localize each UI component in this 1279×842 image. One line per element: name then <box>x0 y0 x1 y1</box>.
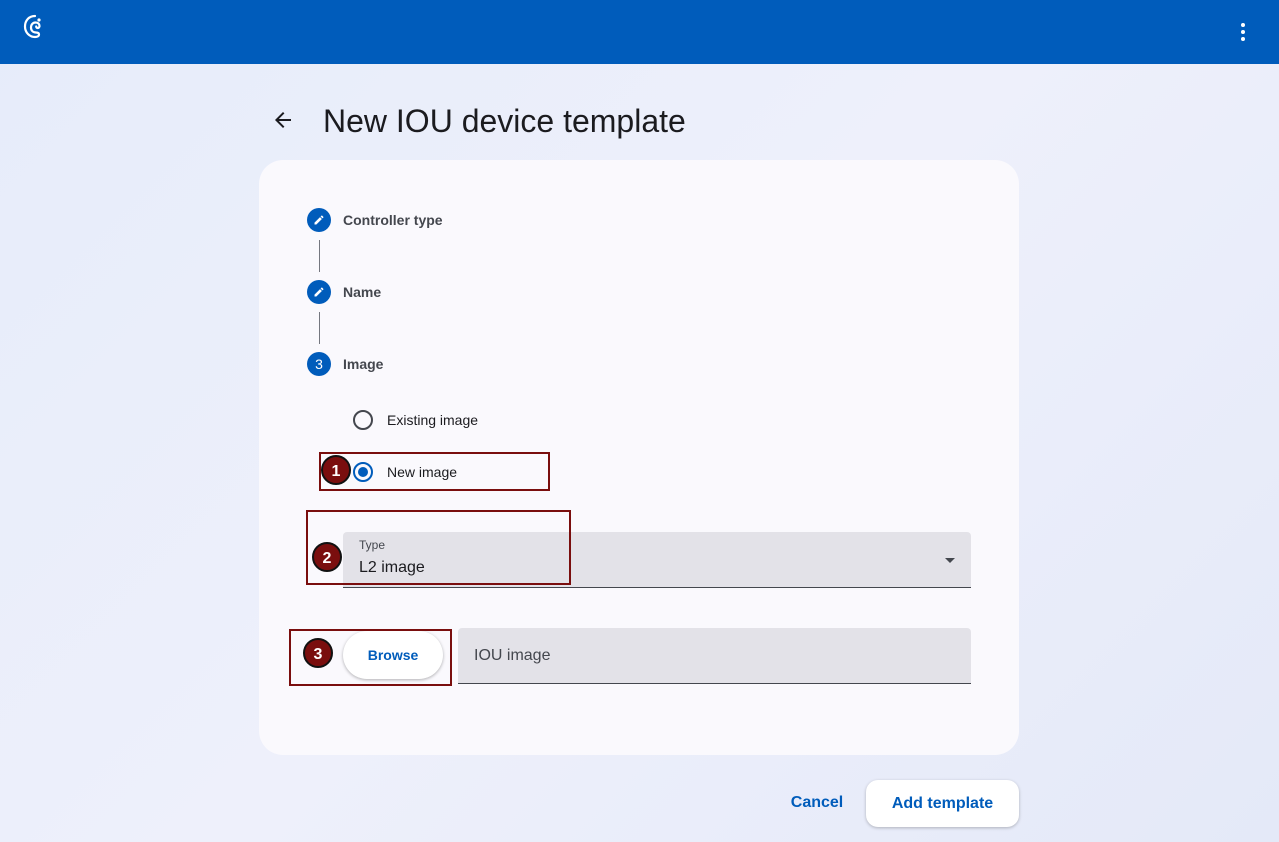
step-label-name[interactable]: Name <box>343 282 381 302</box>
annotation-box-1 <box>319 452 550 491</box>
more-vert-icon[interactable] <box>1231 20 1255 44</box>
annotation-marker-2: 2 <box>312 542 342 572</box>
dropdown-arrow-icon <box>945 558 955 563</box>
existing-image-label[interactable]: Existing image <box>387 410 478 430</box>
add-template-button[interactable]: Add template <box>866 780 1019 827</box>
step-image-number[interactable]: 3 <box>307 352 331 376</box>
page-title: New IOU device template <box>323 103 686 139</box>
annotation-marker-1: 1 <box>321 455 351 485</box>
step-label-image[interactable]: Image <box>343 354 383 374</box>
step-controller-type-edit-icon[interactable] <box>307 208 331 232</box>
annotation-marker-3: 3 <box>303 638 333 668</box>
step-connector <box>319 240 320 272</box>
iou-image-input[interactable] <box>458 628 971 684</box>
top-app-bar <box>0 0 1279 64</box>
arrow-back-icon[interactable] <box>271 108 295 132</box>
annotation-box-2 <box>306 510 571 585</box>
existing-image-radio[interactable] <box>353 410 373 430</box>
cancel-button[interactable]: Cancel <box>776 780 858 826</box>
step-label-controller-type[interactable]: Controller type <box>343 210 443 230</box>
chameleon-logo-icon[interactable] <box>22 14 48 40</box>
step-name-edit-icon[interactable] <box>307 280 331 304</box>
step-connector <box>319 312 320 344</box>
